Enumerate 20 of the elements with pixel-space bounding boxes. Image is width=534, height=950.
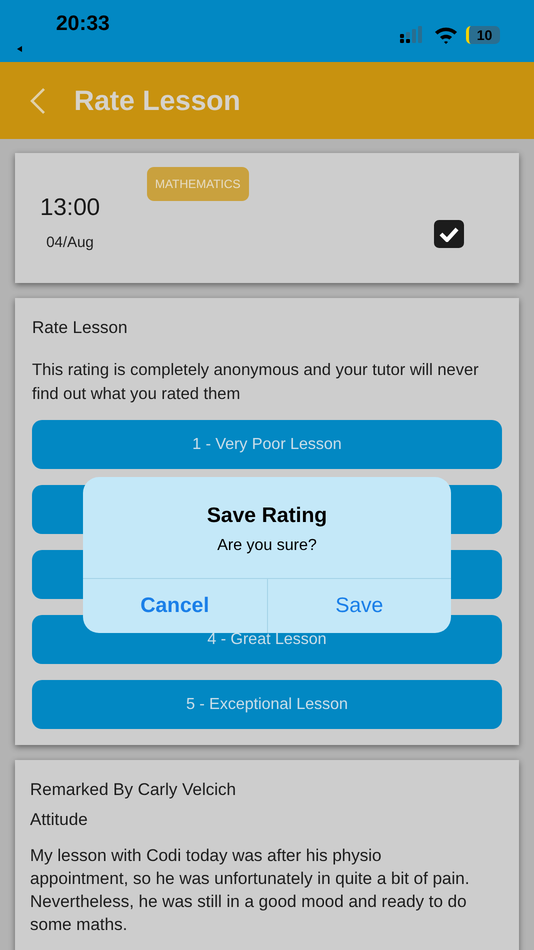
back-arrow-icon (17, 46, 22, 52)
lesson-time: 13:00 (40, 194, 100, 222)
checkmark-icon (439, 226, 459, 242)
section-title: Rate Lesson (32, 318, 128, 338)
lesson-date: 04/Aug (46, 234, 94, 251)
dialog-message: Are you sure? (217, 537, 317, 555)
rating-button[interactable]: 1 - Very Poor Lesson (32, 420, 502, 469)
rating-note: This rating is completely anonymous and your tutor will never find out what you rated them (32, 360, 480, 405)
dialog-title: Save Rating (206, 504, 328, 528)
remark-category: Attitude (30, 810, 89, 830)
page-title: Rate Lesson (74, 84, 240, 116)
cancel-button[interactable]: Cancel (83, 579, 268, 633)
subject-tag: MATHEMATICS (147, 167, 249, 201)
checkbox[interactable] (434, 220, 464, 248)
wifi-icon (434, 26, 458, 44)
rating-button[interactable]: 5 - Exceptional Lesson (32, 680, 502, 729)
battery-level: 10 (476, 27, 492, 43)
remark-author: Remarked By Carly Velcich (30, 780, 237, 800)
remark-text: My lesson with Codi today was after his physio appointment, so he was unfortunately in quite a bit of pain. Nevertheless, he was still in a good mood and ready to do some maths. (30, 845, 470, 936)
clock-time: 20:33 (56, 12, 110, 36)
